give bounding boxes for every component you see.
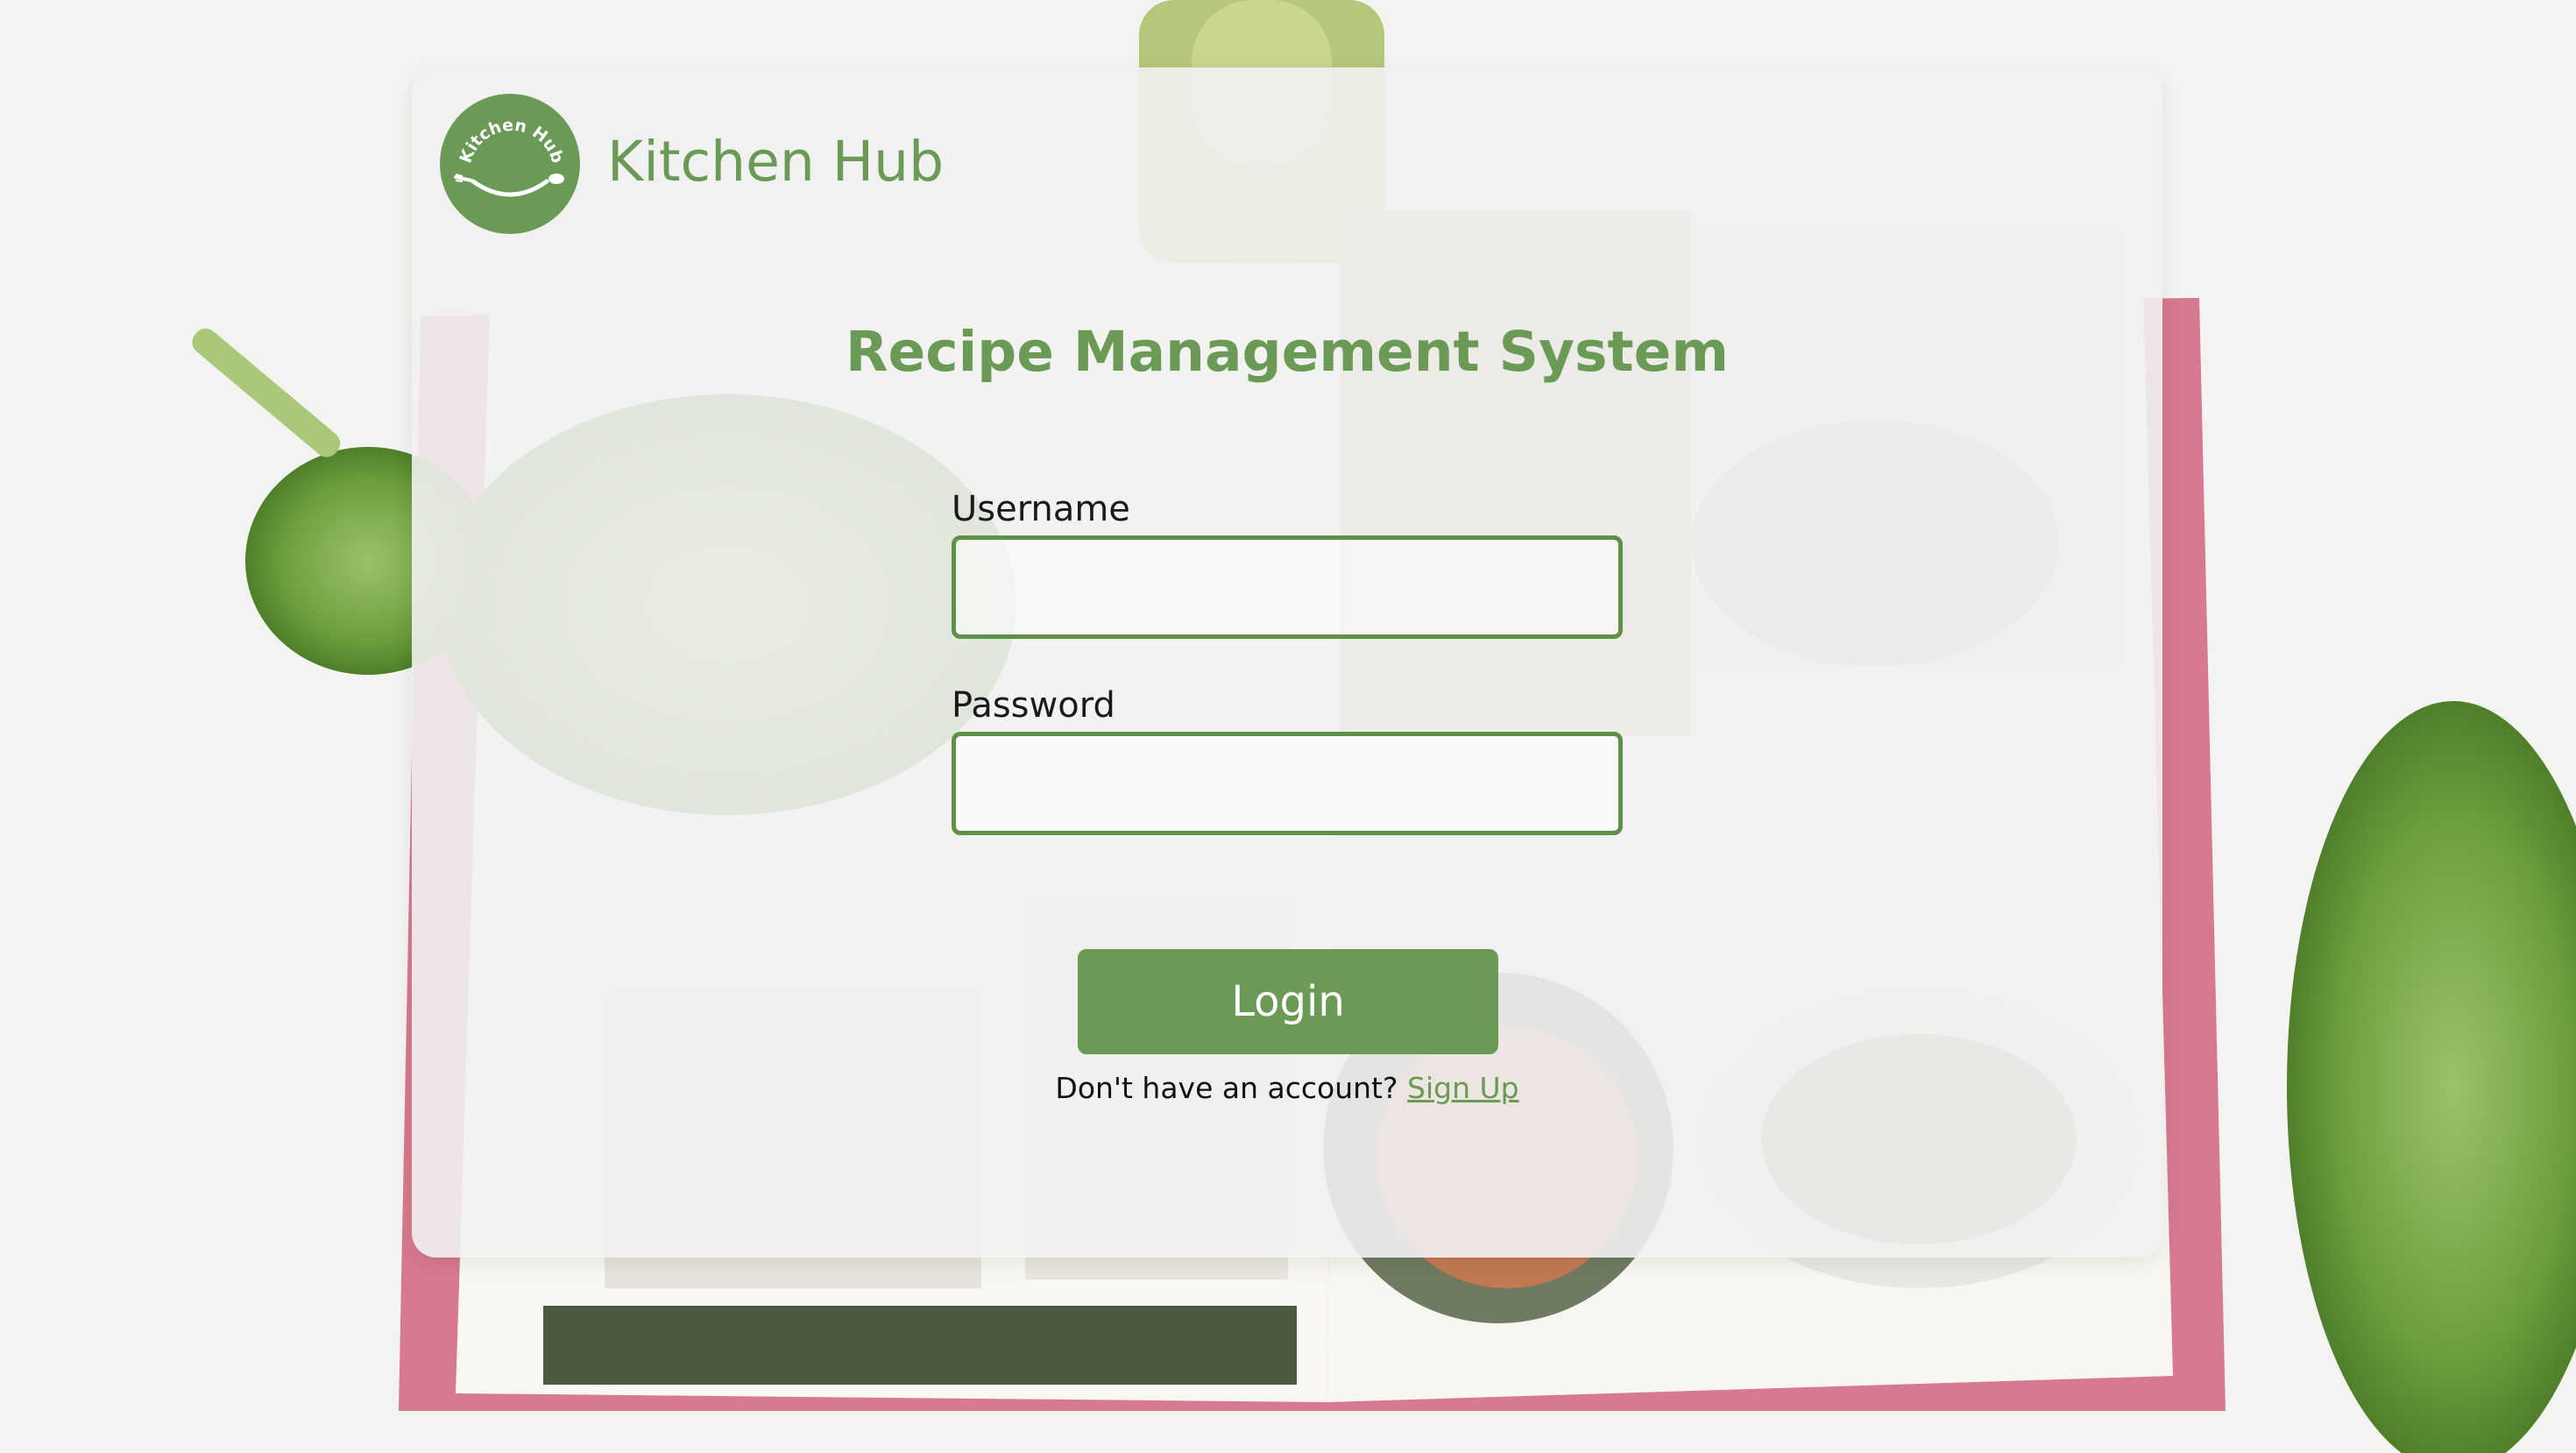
login-button[interactable]: Login: [1078, 949, 1498, 1054]
password-label: Password: [952, 685, 1115, 726]
logo-text: Kitchen Hub: [456, 116, 567, 166]
signup-prompt: Don't have an account?: [1055, 1071, 1398, 1105]
kitchen-hub-logo: Kitchen Hub: [440, 94, 580, 234]
login-card: Kitchen Hub Kitchen Hub Recipe Managemen…: [412, 67, 2162, 1258]
username-input[interactable]: [952, 535, 1623, 639]
fork-and-spoon-icon: Kitchen Hub: [454, 116, 568, 197]
username-label: Username: [952, 489, 1130, 529]
svg-text:Kitchen Hub: Kitchen Hub: [456, 116, 567, 166]
signup-link[interactable]: Sign Up: [1407, 1071, 1519, 1105]
brand-name: Kitchen Hub: [607, 130, 945, 194]
login-page: Kitchen Hub Kitchen Hub Recipe Managemen…: [0, 0, 2576, 1453]
page-title: Recipe Management System: [845, 320, 1730, 384]
signup-row: Don't have an account? Sign Up: [412, 1068, 2162, 1109]
password-input[interactable]: [952, 732, 1623, 835]
